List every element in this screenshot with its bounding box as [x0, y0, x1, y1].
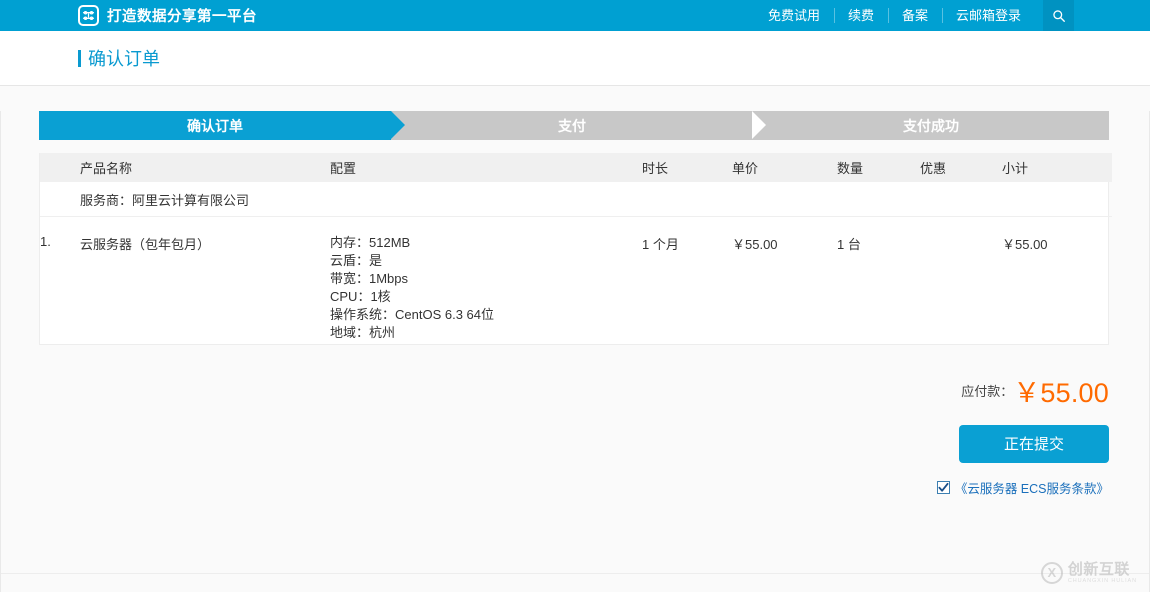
step-payment: 支付: [391, 111, 753, 140]
bottom-divider: [1, 573, 1149, 574]
order-table-card: 产品名称 配置 时长 单价 数量 优惠 小计 服务商：阿里云计算有限公司 1. …: [39, 153, 1109, 345]
step-confirm-order[interactable]: 确认订单: [39, 111, 391, 140]
cloud-logo-icon: [78, 5, 99, 26]
total-label: 应付款：: [961, 384, 1013, 399]
brand[interactable]: 打造数据分享第一平台: [78, 5, 257, 26]
row-duration: 1 个月: [642, 217, 732, 345]
table-row: 1. 云服务器（包年包月） 内存：512MB 云盾：是 带宽：1Mbps CPU…: [40, 217, 1112, 345]
config-bandwidth: 带宽：1Mbps: [330, 270, 642, 288]
nav-link-icp-filing[interactable]: 备案: [888, 0, 942, 31]
vendor-row: 服务商：阿里云计算有限公司: [40, 182, 1112, 217]
row-subtotal: ￥55.00: [1002, 217, 1112, 345]
row-index: 1.: [40, 217, 80, 345]
top-nav-links: 免费试用 续费 备案 云邮箱登录: [754, 0, 1074, 31]
main-content: 确认订单 支付 支付成功 产品名称 配置 时长 单价 数量: [0, 111, 1150, 592]
step-payment-success: 支付成功: [753, 111, 1109, 140]
watermark-text: 创新互联 CHUANGXIN HULIAN: [1068, 562, 1137, 585]
order-table: 产品名称 配置 时长 单价 数量 优惠 小计 服务商：阿里云计算有限公司 1. …: [40, 153, 1112, 344]
step-payment-label: 支付: [558, 116, 586, 136]
col-quantity: 数量: [837, 153, 920, 182]
col-duration: 时长: [642, 153, 732, 182]
terms-link[interactable]: 《云服务器 ECS服务条款》: [955, 478, 1109, 497]
terms-checkbox[interactable]: [937, 481, 950, 494]
submit-button[interactable]: 正在提交: [959, 425, 1109, 463]
brand-title: 打造数据分享第一平台: [107, 5, 257, 26]
nav-link-mail-login[interactable]: 云邮箱登录: [942, 0, 1035, 31]
watermark-pinyin: CHUANGXIN HULIAN: [1068, 579, 1137, 585]
row-product-name: 云服务器（包年包月）: [80, 217, 330, 345]
col-product-name: 产品名称: [80, 153, 330, 182]
row-discount: [920, 217, 1002, 345]
submit-area: 正在提交: [1, 425, 1109, 463]
page-title-text: 确认订单: [88, 45, 160, 71]
config-os: 操作系统：CentOS 6.3 64位: [330, 306, 642, 324]
config-memory: 内存：512MB: [330, 234, 642, 252]
page-title: 确认订单: [78, 45, 160, 71]
terms-row: 《云服务器 ECS服务条款》: [1, 478, 1109, 497]
row-unit-price: ￥55.00: [732, 217, 837, 345]
watermark-logo-icon: X: [1041, 562, 1063, 584]
page-title-bar: 确认订单: [0, 31, 1150, 86]
col-subtotal: 小计: [1002, 153, 1112, 182]
col-index: [40, 153, 80, 182]
vendor-name: 服务商：阿里云计算有限公司: [80, 182, 1112, 217]
row-config: 内存：512MB 云盾：是 带宽：1Mbps CPU：1核 操作系统：CentO…: [330, 217, 642, 345]
search-icon[interactable]: [1043, 0, 1074, 31]
col-config: 配置: [330, 153, 642, 182]
row-quantity: 1 台: [837, 217, 920, 345]
table-header-row: 产品名称 配置 时长 单价 数量 优惠 小计: [40, 153, 1112, 182]
nav-link-free-trial[interactable]: 免费试用: [754, 0, 834, 31]
checkout-step-bar: 确认订单 支付 支付成功: [39, 111, 1109, 140]
config-security: 云盾：是: [330, 252, 642, 270]
site-watermark: X 创新互联 CHUANGXIN HULIAN: [1041, 562, 1137, 585]
vendor-cell-spacer: [40, 182, 80, 217]
step-confirm-order-label: 确认订单: [187, 116, 243, 136]
step-payment-success-label: 支付成功: [903, 116, 959, 136]
col-discount: 优惠: [920, 153, 1002, 182]
config-region: 地域：杭州: [330, 324, 642, 342]
title-accent-bar: [78, 50, 81, 67]
nav-link-renew[interactable]: 续费: [834, 0, 888, 31]
total-amount: ￥55.00: [1013, 378, 1109, 408]
total-summary: 应付款：￥55.00: [1, 371, 1109, 410]
top-navigation-bar: 打造数据分享第一平台 免费试用 续费 备案 云邮箱登录: [0, 0, 1150, 31]
config-cpu: CPU：1核: [330, 288, 642, 306]
watermark-name: 创新互联: [1068, 562, 1137, 577]
col-unit-price: 单价: [732, 153, 837, 182]
